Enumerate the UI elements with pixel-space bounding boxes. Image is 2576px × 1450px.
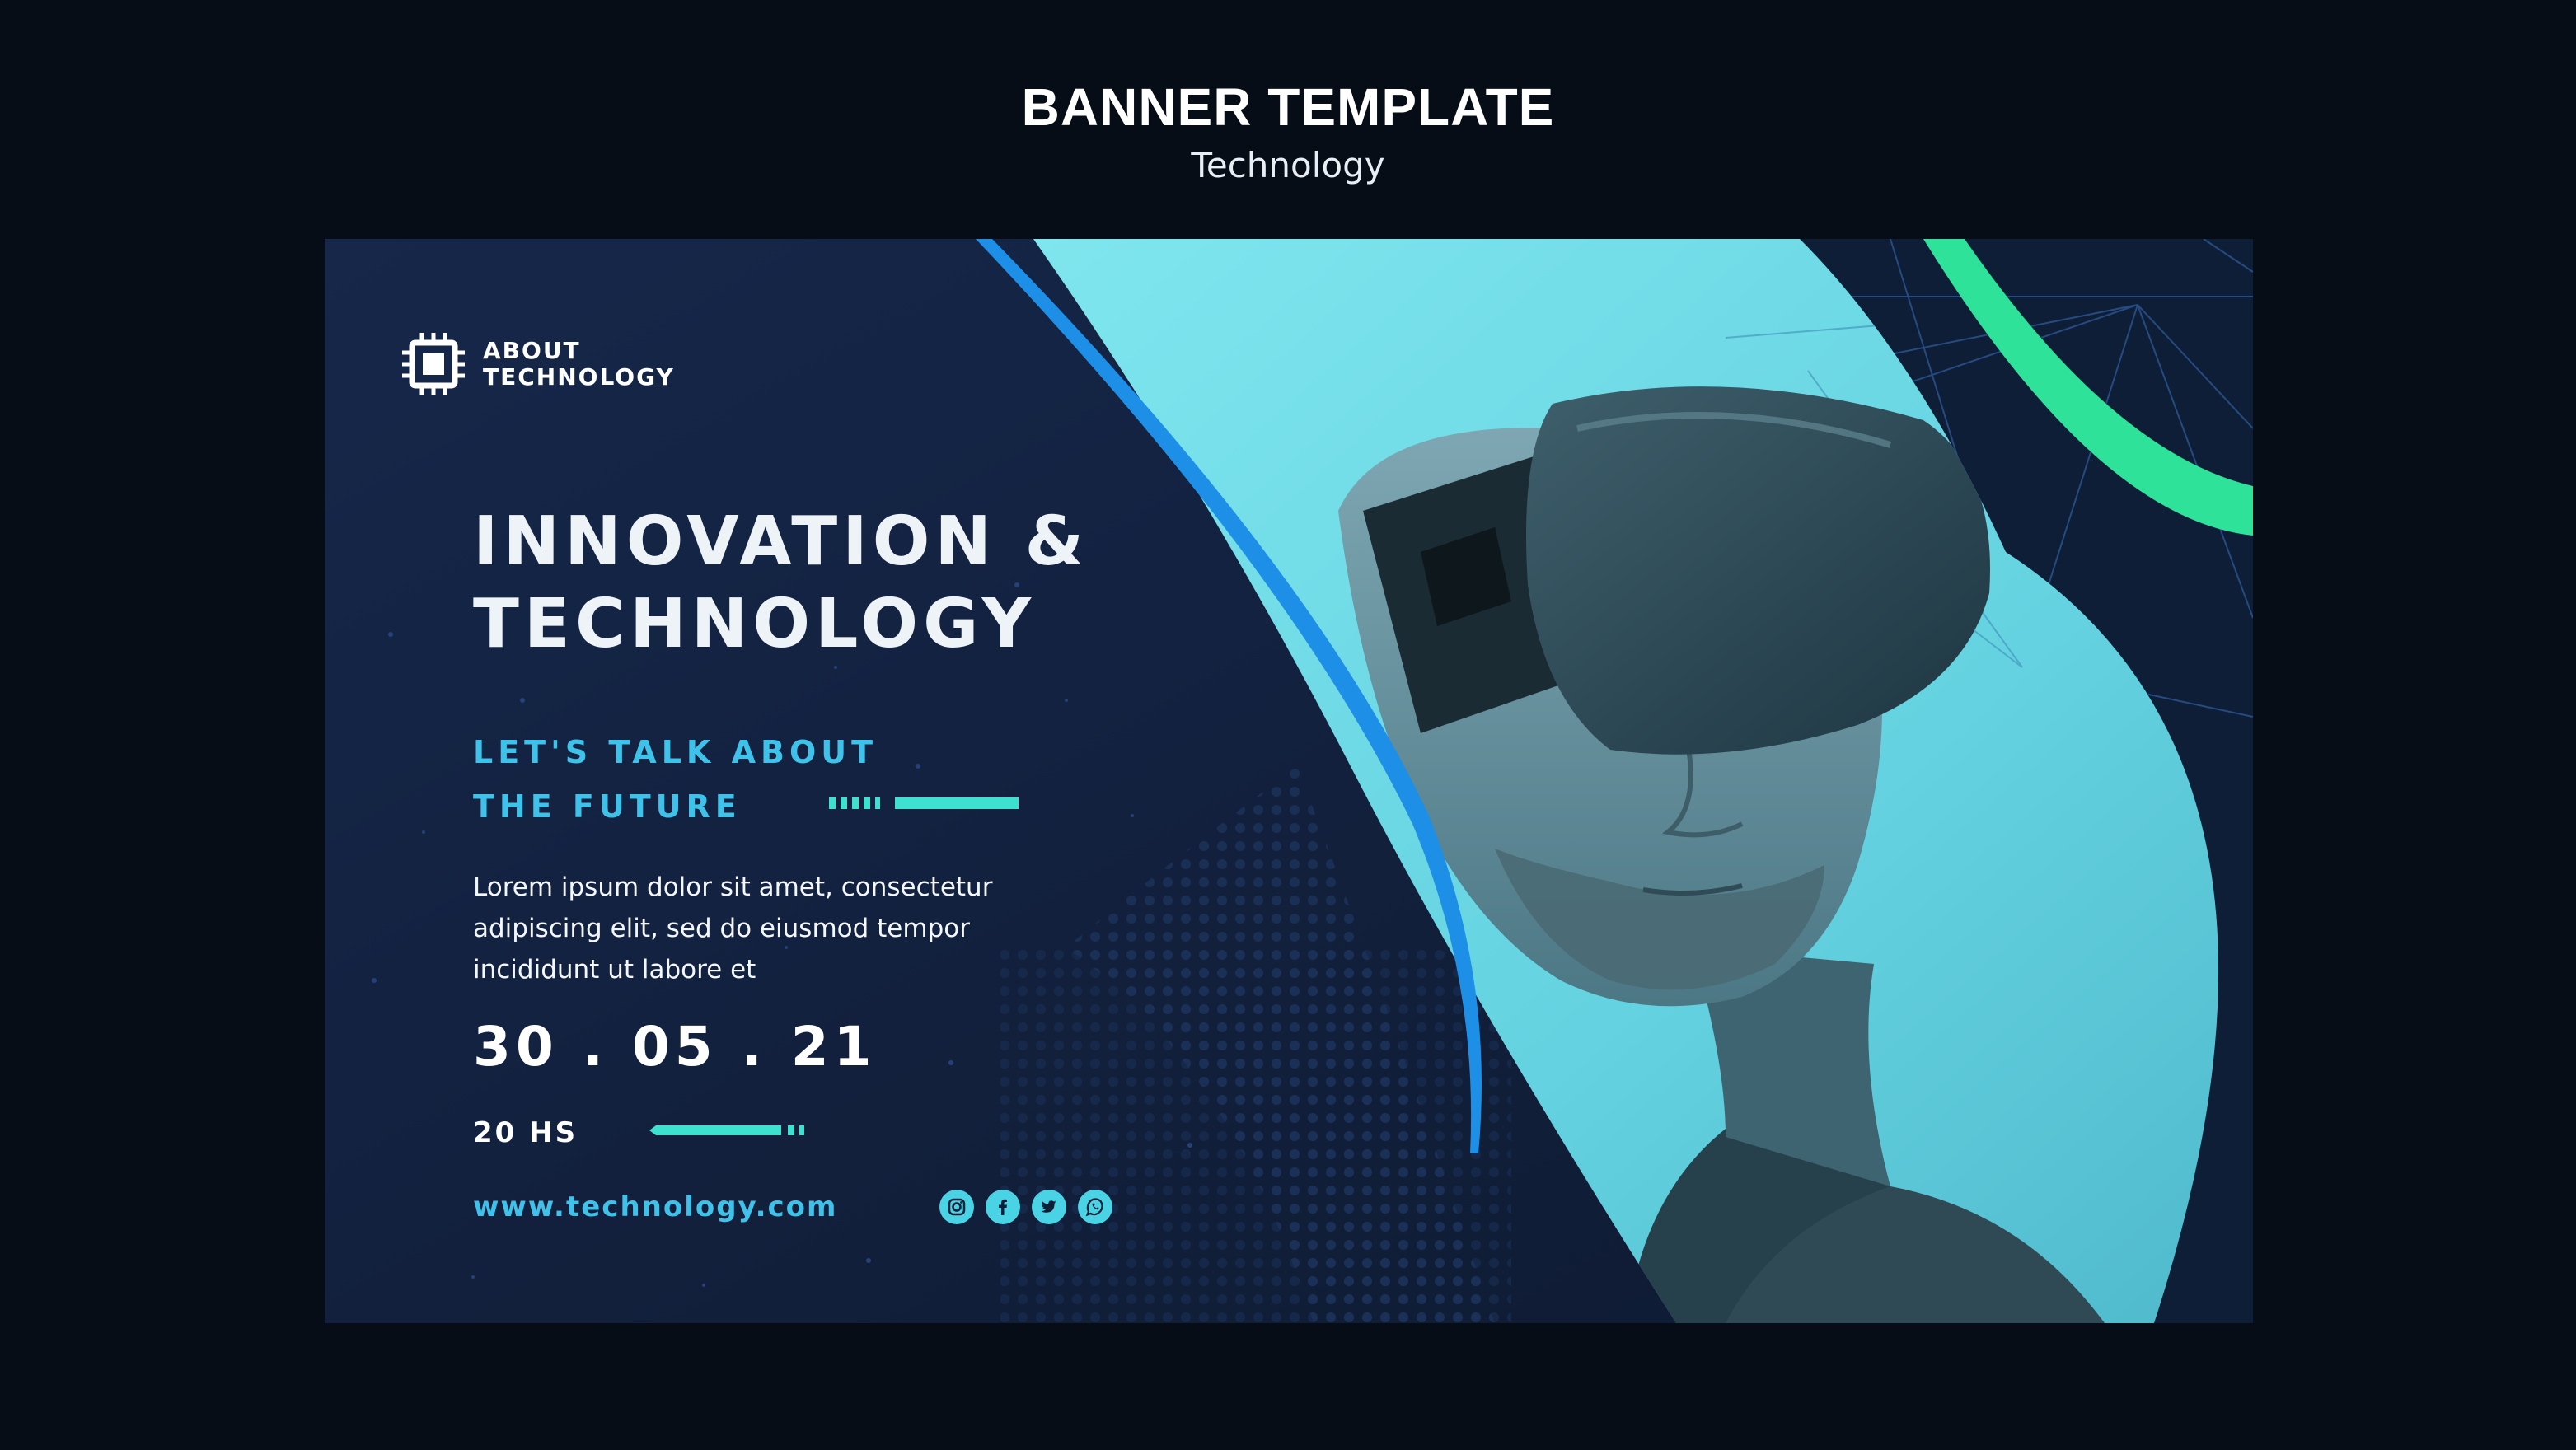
tagline: LET'S TALK ABOUT THE FUTURE xyxy=(473,725,878,834)
page-header: BANNER TEMPLATE Technology xyxy=(0,81,2576,183)
social-links xyxy=(939,1190,1112,1224)
banner: ABOUT TECHNOLOGY INNOVATION & TECHNOLOGY… xyxy=(325,239,2253,1323)
whatsapp-icon[interactable] xyxy=(1078,1190,1112,1224)
tagline-line-1: LET'S TALK ABOUT xyxy=(473,734,878,770)
headline: INNOVATION & TECHNOLOGY xyxy=(473,501,1089,666)
tagline-line-2: THE FUTURE xyxy=(473,788,742,825)
event-date: 30 . 05 . 21 xyxy=(473,1015,877,1078)
twitter-icon[interactable] xyxy=(1032,1190,1066,1224)
headline-line-2: TECHNOLOGY xyxy=(473,585,1037,663)
decorative-dashes xyxy=(829,798,1019,809)
chip-icon xyxy=(402,333,465,395)
brand-logo: ABOUT TECHNOLOGY xyxy=(400,331,675,397)
website-link[interactable]: www.technology.com xyxy=(473,1193,837,1221)
logo-line-1: ABOUT xyxy=(483,337,581,364)
event-time: 20 HS xyxy=(473,1116,578,1149)
body-text: Lorem ipsum dolor sit amet, consectetur … xyxy=(473,872,993,985)
decorative-line xyxy=(649,1125,804,1135)
facebook-icon[interactable] xyxy=(986,1190,1020,1224)
instagram-icon[interactable] xyxy=(939,1190,974,1224)
logo-line-2: TECHNOLOGY xyxy=(483,363,675,391)
page-title: BANNER TEMPLATE xyxy=(1021,77,1555,137)
headline-line-1: INNOVATION & xyxy=(473,503,1089,581)
logo-text: ABOUT TECHNOLOGY xyxy=(483,338,675,391)
page-subtitle: Technology xyxy=(1191,145,1385,185)
